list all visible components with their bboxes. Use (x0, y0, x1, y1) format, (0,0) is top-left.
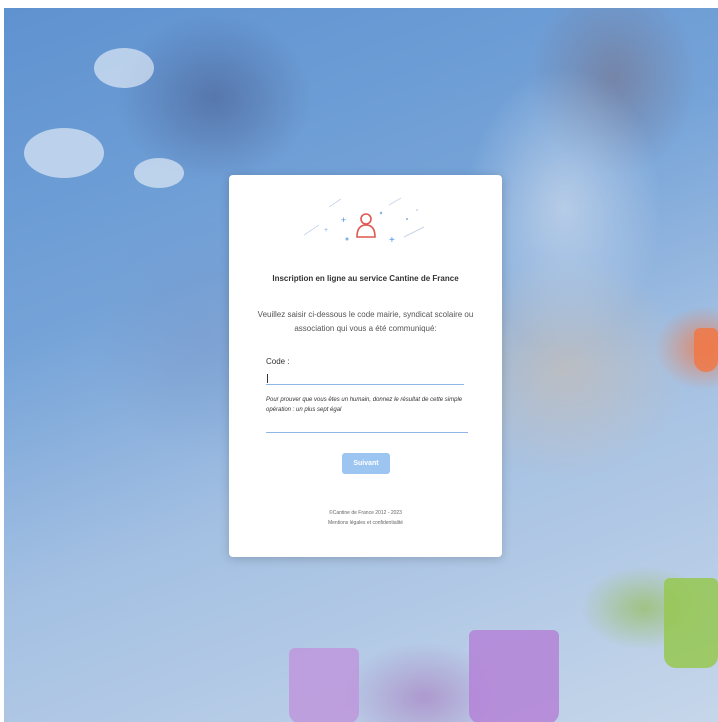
svg-text:+: + (324, 227, 328, 234)
captcha-question: Pour prouver que vous êtes un humain, do… (266, 397, 463, 413)
cup-shape (289, 648, 359, 722)
captcha-input[interactable] (266, 419, 468, 433)
instructions-text: Veuillez saisir ci-dessous le code mairi… (257, 310, 474, 333)
text-cursor (267, 374, 268, 383)
cup-shape (694, 328, 718, 372)
legal-notice-link[interactable]: Mentions légales et confidentialité (229, 520, 502, 526)
login-card: + + + Inscription en ligne au service Ca… (229, 175, 502, 557)
svg-text:+: + (389, 235, 395, 245)
page-title: Inscription en ligne au service Cantine … (272, 274, 459, 283)
cloud-shape (94, 48, 154, 88)
next-button[interactable]: Suivant (342, 453, 390, 474)
code-input[interactable] (266, 372, 464, 385)
cup-shape (664, 578, 718, 668)
code-label: Code : (266, 357, 290, 366)
person-sparkle-icon: + + + (303, 197, 425, 245)
cloud-shape (134, 158, 184, 188)
cloud-shape (24, 128, 104, 178)
cup-shape (469, 630, 559, 722)
svg-text:+: + (341, 215, 346, 225)
copyright-text: ©Cantine de France 2012 - 2023 (329, 510, 402, 516)
